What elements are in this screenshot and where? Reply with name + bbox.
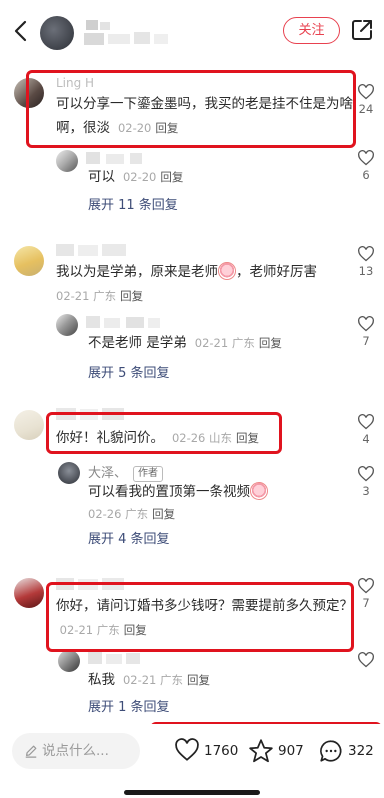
pencil-icon [25,745,37,758]
reply-link[interactable]: 回复 [152,507,175,521]
comment-item: 你好，请问订婚书多少钱呀？需要提前多久预定？ 02-21 广东 回复 7 私我 0… [0,570,384,720]
heart-icon [358,414,374,430]
like-button[interactable]: 13 [356,246,376,278]
comment-count: 322 [348,743,374,759]
comment-meta: 02-21 广东 回复 [56,289,144,303]
heart-icon [175,738,199,761]
collect-button[interactable]: 907 [248,737,308,765]
expand-replies-link[interactable]: 展开 11 条回复 [88,194,178,213]
author-name-blurred [84,20,168,45]
commenter-name-blurred [56,408,124,420]
reply-text[interactable]: 不是老师 是学弟 02-21 广东 回复 [88,331,338,355]
reply-name-blurred [88,652,140,664]
commenter-name[interactable]: Ling H [56,76,94,90]
like-button[interactable]: 6 [356,150,376,182]
like-post-button[interactable]: 1760 [174,737,238,765]
reply-link[interactable]: 回复 [160,170,183,184]
heart-icon [358,578,374,594]
reply-link[interactable]: 回复 [236,431,259,445]
comment-bubble-icon [320,740,342,762]
commenter-name-blurred [56,578,124,590]
commenter-name-blurred [56,244,126,256]
reply-link[interactable]: 回复 [259,336,282,350]
comment-input[interactable]: 说点什么... [12,733,140,769]
commenter-avatar[interactable] [14,246,44,276]
like-button[interactable]: 24 [356,84,376,116]
reply-avatar[interactable] [56,150,78,172]
expand-replies-link[interactable]: 展开 4 条回复 [88,528,170,547]
comment-item: Ling H 可以分享一下鎏金墨吗，我买的老是挂不住是为啥啊，很淡 02-20 回… [0,64,384,224]
comment-item: 我以为是学弟，原来是老师 ，老师好厉害 02-21 广东 回复 13 不是老师 是学… [0,226,384,386]
collect-count: 907 [278,743,304,759]
reply-author-name[interactable]: 大泽、 作者 [88,462,164,482]
like-button[interactable]: 7 [356,578,376,610]
reply-text[interactable]: 可以看我的置顶第一条视频 [88,480,338,504]
author-avatar[interactable] [40,16,74,50]
heart-icon [358,84,374,100]
reply-link[interactable]: 回复 [124,623,147,637]
reply-avatar[interactable] [58,650,80,672]
top-bar: 关注 [0,0,384,64]
heart-icon [358,150,374,166]
commenter-avatar[interactable] [14,78,44,108]
like-button[interactable] [356,652,376,668]
comment-text[interactable]: 我以为是学弟，原来是老师 ，老师好厉害 [56,260,354,284]
home-indicator [124,790,260,795]
star-icon [249,739,273,763]
like-count: 1760 [204,743,239,759]
reply-text[interactable]: 可以 02-20 回复 [88,165,338,189]
commenter-avatar[interactable] [14,578,44,608]
emoji-icon [218,262,236,280]
reply-name-blurred [86,152,142,164]
heart-icon [358,316,374,332]
commenter-avatar[interactable] [14,410,44,440]
bottom-action-bar: 说点什么... 1760 907 322 [0,724,384,798]
like-button[interactable]: 4 [356,414,376,446]
comment-text[interactable]: 你好，请问订婚书多少钱呀？需要提前多久预定？ 02-21 广东 回复 [56,594,354,642]
reply-name-blurred [86,316,160,328]
heart-icon [358,652,374,668]
follow-button[interactable]: 关注 [283,17,340,44]
like-button[interactable]: 3 [356,466,376,498]
comment-text[interactable]: 可以分享一下鎏金墨吗，我买的老是挂不住是为啥啊，很淡 02-20 回复 [56,92,354,140]
heart-icon [358,466,374,482]
comment-item: 你好！礼貌问价。 02-26 山东 回复 4 大泽、 作者 可以看我的置顶第一条视频… [0,396,384,556]
expand-replies-link[interactable]: 展开 1 条回复 [88,696,170,715]
heart-icon [358,246,374,262]
comment-button[interactable]: 322 [318,737,378,765]
emoji-icon [250,482,268,500]
reply-link[interactable]: 回复 [120,289,143,303]
reply-link[interactable]: 回复 [187,673,210,687]
share-icon[interactable] [350,18,374,42]
reply-text[interactable]: 私我 02-21 广东 回复 [88,668,338,692]
reply-meta: 02-26 广东 回复 [88,507,176,521]
reply-link[interactable]: 回复 [155,121,178,135]
comment-text[interactable]: 你好！礼貌问价。 02-26 山东 回复 [56,426,354,450]
like-button[interactable]: 7 [356,316,376,348]
back-arrow-icon[interactable] [10,17,32,45]
expand-replies-link[interactable]: 展开 5 条回复 [88,362,170,381]
reply-avatar[interactable] [56,314,78,336]
reply-avatar[interactable] [58,462,80,484]
